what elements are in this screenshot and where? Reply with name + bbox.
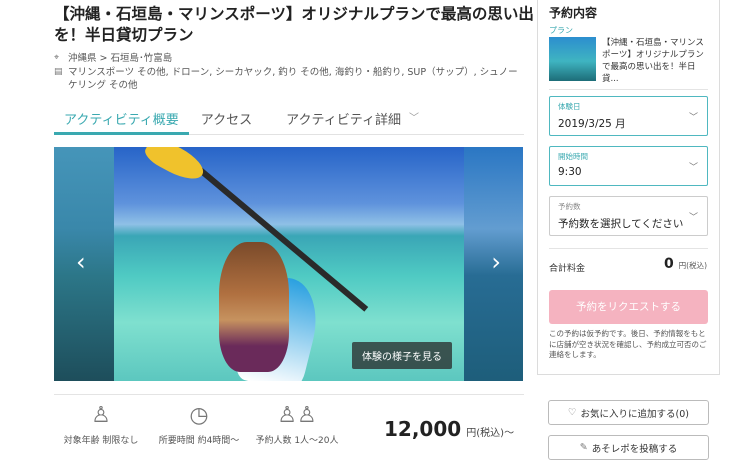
photo-gallery[interactable]: ‹ › 体験の様子を見る <box>54 147 523 381</box>
booking-count-select[interactable]: 予約数 予約数を選択してください ﹀ <box>549 196 708 236</box>
tab-overview-label: アクティビティ概要 <box>64 113 179 128</box>
price: 12,000 円(税込)〜 <box>384 417 514 441</box>
booking-title: 予約内容 <box>549 6 598 20</box>
chevron-down-icon: ﹀ <box>688 113 698 123</box>
total-price: 0 円(税込) <box>664 256 707 272</box>
start-time-value: 9:30 <box>558 166 582 178</box>
chevron-down-icon: ﹀ <box>688 213 698 223</box>
info-age: ♙ 対象年齢 制限なし <box>54 403 148 446</box>
tab-access-label: アクセス <box>200 113 253 128</box>
divider <box>549 248 708 249</box>
booking-panel: 予約内容 プラン 【沖縄・石垣島・マリンスポーツ】オリジナルプランで最高の思い出… <box>537 0 720 375</box>
price-suffix: 円(税込)〜 <box>466 428 515 439</box>
pencil-icon: ✎ <box>579 442 588 453</box>
gallery-next-arrow-icon[interactable]: › <box>491 250 501 274</box>
booking-count-value: 予約数を選択してください <box>558 218 684 230</box>
tab-details-label: アクティビティ詳細 <box>286 113 401 128</box>
info-people: ♙♙ 予約人数 1人〜20人 <box>246 403 348 446</box>
category-row: ▤ マリンスポーツ その他, ドローン, シーカヤック, 釣り その他, 海釣り… <box>54 66 524 92</box>
total-amount: 0 <box>664 256 674 272</box>
info-duration: ◷ 所要時間 約4時間〜 <box>154 403 244 446</box>
category-text[interactable]: マリンスポーツ その他, ドローン, シーカヤック, 釣り その他, 海釣り・船… <box>68 66 524 92</box>
gallery-prev-arrow-icon[interactable]: ‹ <box>76 250 86 274</box>
post-report-label: あそレポを投稿する <box>591 443 678 455</box>
chevron-down-icon: ﹀ <box>688 163 698 173</box>
start-time-select[interactable]: 開始時間 9:30 ﹀ <box>549 146 708 186</box>
plan-thumbnail <box>549 37 596 81</box>
info-strip: ♙ 対象年齢 制限なし ◷ 所要時間 約4時間〜 ♙♙ 予約人数 1人〜20人 … <box>54 394 524 454</box>
plan-text: 【沖縄・石垣島・マリンスポーツ】オリジナルプランで最高の思い出を！半日貸... <box>602 38 704 84</box>
tab-bar: アクティビティ概要 アクセス アクティビティ詳細 ﹀ <box>54 103 524 135</box>
chevron-down-icon: ﹀ <box>408 113 419 124</box>
start-time-label: 開始時間 <box>558 152 588 161</box>
info-people-text: 予約人数 1人〜20人 <box>255 436 339 446</box>
date-value: 2019/3/25 月 <box>558 118 626 130</box>
group-icon: ♙♙ <box>277 403 317 428</box>
person-icon: ♙ <box>91 403 111 428</box>
location-text[interactable]: 沖縄県 > 石垣島･竹富島 <box>68 52 172 65</box>
price-amount: 12,000 <box>384 417 462 441</box>
request-booking-button[interactable]: 予約をリクエストする <box>549 290 708 324</box>
info-duration-text: 所要時間 約4時間〜 <box>158 436 240 446</box>
paddle-blade <box>141 147 209 187</box>
post-report-button[interactable]: ✎ あそレポを投稿する <box>548 435 709 460</box>
booking-note: この予約は仮予約です。後日、予約情報をもとに店舗が空き状況を確認し、予約成立可否… <box>549 329 707 359</box>
date-select[interactable]: 体験日 2019/3/25 月 ﹀ <box>549 96 708 136</box>
total-unit: 円(税込) <box>678 261 707 270</box>
total-label: 合計料金 <box>549 264 586 274</box>
info-age-text: 対象年齢 制限なし <box>63 436 139 446</box>
category-icon: ▤ <box>54 67 63 77</box>
add-favorite-button[interactable]: ♡ お気に入りに追加する(0) <box>548 400 709 425</box>
divider <box>549 89 708 90</box>
map-pin-icon: ⌖ <box>54 53 60 63</box>
add-favorite-label: お気に入りに追加する(0) <box>580 408 689 420</box>
tab-access[interactable]: アクセス <box>191 103 262 134</box>
location-row: ⌖ 沖縄県 > 石垣島･竹富島 <box>54 52 172 65</box>
plan-label: プラン <box>549 26 573 35</box>
kayaker <box>219 242 289 372</box>
date-label: 体験日 <box>558 102 581 111</box>
tab-overview[interactable]: アクティビティ概要 <box>54 103 189 135</box>
view-experience-button[interactable]: 体験の様子を見る <box>352 342 452 369</box>
booking-count-label: 予約数 <box>558 202 581 211</box>
tab-details[interactable]: アクティビティ詳細 ﹀ <box>276 103 429 134</box>
heart-icon: ♡ <box>568 407 577 418</box>
page-title: 【沖縄・石垣島・マリンスポーツ】オリジナルプランで最高の思い出を！半日貸切プラン <box>54 5 534 44</box>
clock-icon: ◷ <box>189 403 209 428</box>
